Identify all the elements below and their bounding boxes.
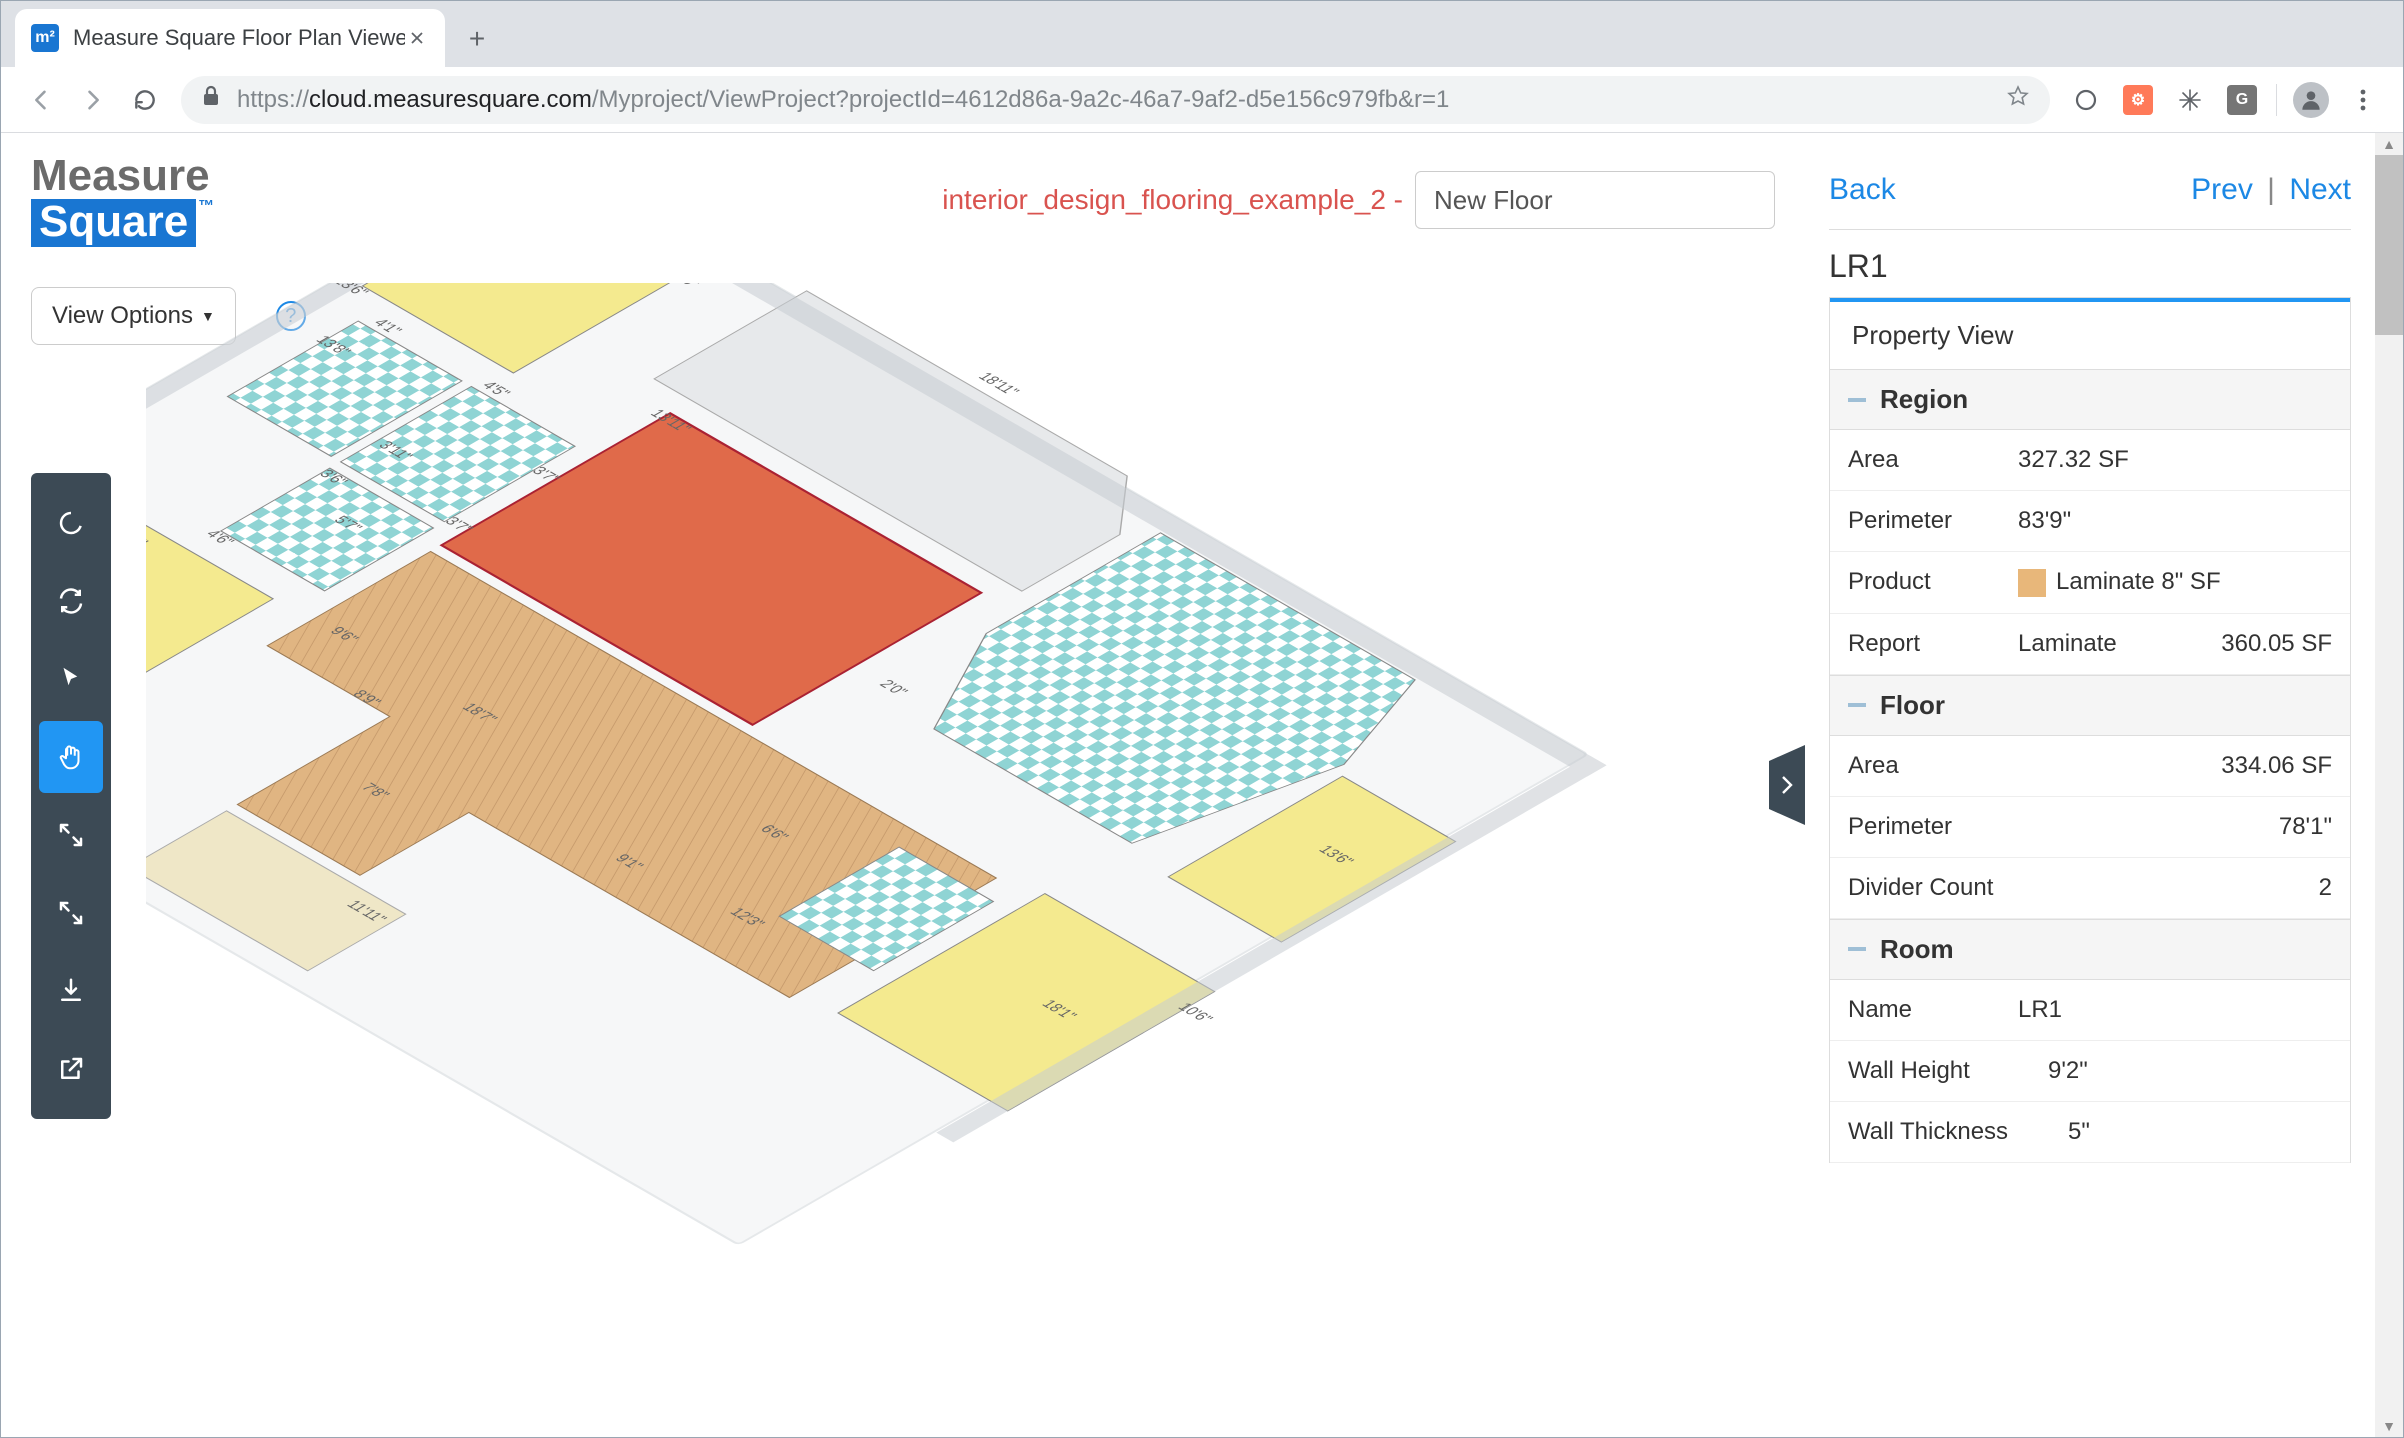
tool-fit-button[interactable] — [39, 877, 103, 949]
property-tabs: Property View Region Area 327.32 SF Peri… — [1829, 297, 2351, 1163]
floor-select-value: New Floor — [1434, 185, 1552, 216]
nav-separator: | — [2267, 173, 2275, 206]
browser-window: m² Measure Square Floor Plan Viewe + htt… — [0, 0, 2404, 1438]
tool-pan-button[interactable] — [39, 721, 103, 793]
tool-fullscreen-button[interactable] — [39, 799, 103, 871]
extension-g-icon[interactable]: G — [2222, 80, 2262, 120]
panel-nav: Back Prev | Next — [1829, 173, 2351, 207]
section-header-region[interactable]: Region — [1830, 369, 2350, 430]
row-room-wall-thickness: Wall Thickness 5" — [1830, 1102, 2350, 1163]
main-pane: Measure Square ™ interior_design_floorin… — [1, 133, 1805, 1437]
scroll-down-icon[interactable]: ▼ — [2375, 1415, 2403, 1437]
address-bar[interactable]: https://cloud.measuresquare.com/Myprojec… — [181, 76, 2050, 124]
tab-favicon-icon: m² — [31, 24, 59, 52]
tab-property-view[interactable]: Property View — [1830, 298, 2350, 369]
bookmark-star-icon[interactable] — [2006, 84, 2030, 115]
browser-tab-strip: m² Measure Square Floor Plan Viewe + — [1, 1, 2403, 67]
floorplan-3d-canvas[interactable]: 18'11" 3'8" 7'9" 4'5" 13'11" 13'6" 4'5" … — [146, 283, 1805, 1437]
extension-circle-icon[interactable] — [2066, 80, 2106, 120]
scroll-thumb[interactable] — [2375, 155, 2403, 335]
viewer-toolbar — [31, 473, 111, 1119]
row-floor-area: Area 334.06 SF — [1830, 736, 2350, 797]
section-header-room[interactable]: Room — [1830, 919, 2350, 980]
browser-tab[interactable]: m² Measure Square Floor Plan Viewe — [15, 9, 445, 67]
next-link[interactable]: Next — [2289, 173, 2351, 206]
tool-rotate-button[interactable] — [39, 565, 103, 637]
collapse-icon — [1848, 947, 1866, 951]
panel-divider — [1829, 229, 2351, 230]
browser-menu-button[interactable] — [2343, 80, 2383, 120]
logo-text-bottom: Square — [31, 199, 196, 247]
row-region-product: Product Laminate 8" SF — [1830, 552, 2350, 614]
nav-forward-button[interactable] — [67, 74, 119, 126]
app-header: Measure Square ™ interior_design_floorin… — [31, 153, 1775, 247]
product-swatch-icon — [2018, 569, 2046, 597]
tool-download-button[interactable] — [39, 955, 103, 1027]
tab-close-button[interactable] — [405, 26, 429, 50]
collapse-icon — [1848, 703, 1866, 707]
lock-icon — [201, 85, 221, 114]
row-region-perimeter: Perimeter 83'9" — [1830, 491, 2350, 552]
profile-avatar-icon — [2293, 82, 2329, 118]
row-room-name: Name LR1 — [1830, 980, 2350, 1041]
project-name-label: interior_design_flooring_example_2 - — [942, 184, 1403, 216]
prev-link[interactable]: Prev — [2191, 173, 2253, 206]
row-region-report: Report Laminate 360.05 SF — [1830, 614, 2350, 675]
address-url: https://cloud.measuresquare.com/Myprojec… — [237, 86, 1996, 114]
property-panel: Back Prev | Next LR1 Property View Regio… — [1805, 133, 2375, 1437]
nav-back-button[interactable] — [15, 74, 67, 126]
logo-text-top: Measure — [31, 153, 214, 199]
page-scrollbar[interactable]: ▲ ▼ — [2375, 133, 2403, 1437]
browser-toolbar: https://cloud.measuresquare.com/Myprojec… — [1, 67, 2403, 133]
tab-title: Measure Square Floor Plan Viewe — [73, 25, 405, 51]
extension-hubspot-icon[interactable]: ⚙ — [2118, 80, 2158, 120]
new-tab-button[interactable]: + — [453, 15, 501, 63]
app-logo: Measure Square ™ — [31, 153, 214, 247]
tool-pointer-button[interactable] — [39, 643, 103, 715]
tool-reset-view-button[interactable] — [39, 487, 103, 559]
row-room-wall-height: Wall Height 9'2" — [1830, 1041, 2350, 1102]
floor-select-dropdown[interactable]: New Floor — [1415, 171, 1775, 229]
row-floor-divider: Divider Count 2 — [1830, 858, 2350, 919]
tool-open-external-button[interactable] — [39, 1033, 103, 1105]
app-content: Measure Square ™ interior_design_floorin… — [1, 133, 2403, 1437]
extension-snowflake-icon[interactable] — [2170, 80, 2210, 120]
nav-reload-button[interactable] — [119, 74, 171, 126]
row-region-area: Area 327.32 SF — [1830, 430, 2350, 491]
row-floor-perimeter: Perimeter 78'1" — [1830, 797, 2350, 858]
scroll-up-icon[interactable]: ▲ — [2375, 133, 2403, 155]
panel-room-title: LR1 — [1829, 248, 2351, 285]
profile-button[interactable] — [2291, 80, 2331, 120]
collapse-icon — [1848, 398, 1866, 402]
toolbar-divider — [2276, 84, 2277, 116]
logo-trademark: ™ — [198, 199, 214, 216]
section-header-floor[interactable]: Floor — [1830, 675, 2350, 736]
back-link[interactable]: Back — [1829, 173, 1896, 207]
